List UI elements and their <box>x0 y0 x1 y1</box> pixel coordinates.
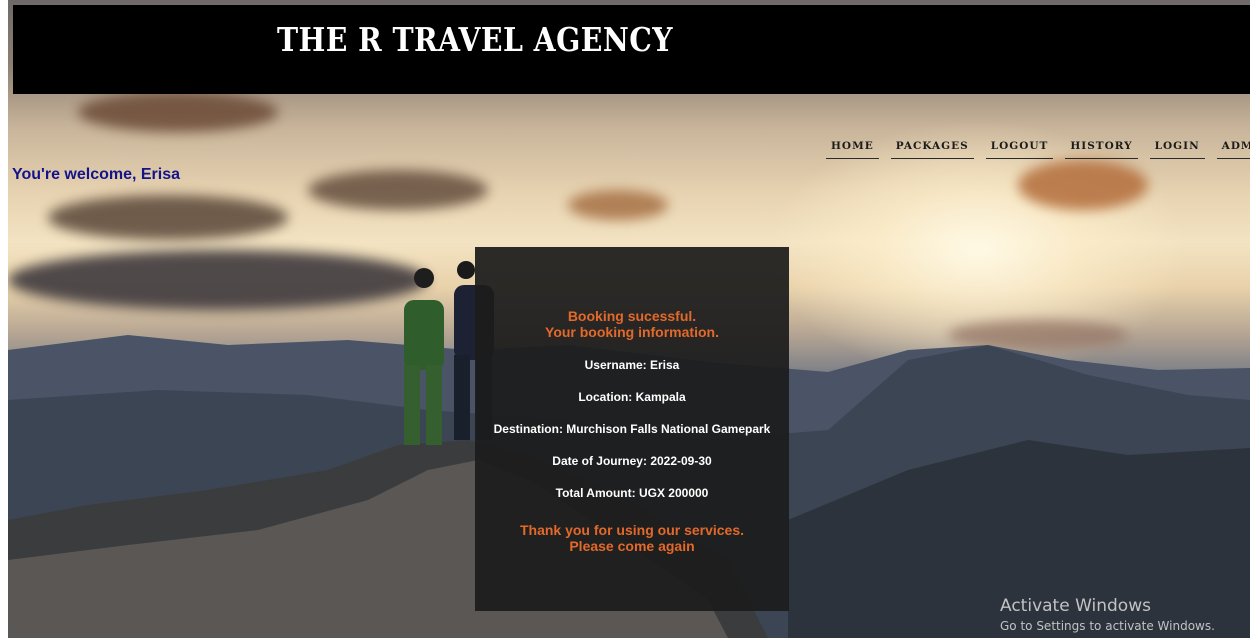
booking-location: Location: Kampala <box>578 390 686 404</box>
nav-login[interactable]: LOGIN <box>1149 136 1205 159</box>
booking-date: Date of Journey: 2022-09-30 <box>552 454 712 468</box>
main-nav: HOME PACKAGES LOGOUT HISTORY LOGIN ADMIN <box>826 136 1250 159</box>
booking-confirmation-card: Booking sucessful. Your booking informat… <box>475 247 789 611</box>
thank-you-line1: Thank you for using our services. <box>519 522 745 538</box>
booking-status-line2: Your booking information. <box>545 324 719 340</box>
booking-status-line1: Booking sucessful. <box>567 308 697 324</box>
site-title: THE R TRAVEL AGENCY <box>277 20 673 59</box>
nav-logout[interactable]: LOGOUT <box>985 136 1054 159</box>
windows-activation-watermark: Activate Windows Go to Settings to activ… <box>1000 596 1215 633</box>
nav-admin[interactable]: ADMIN <box>1216 136 1250 159</box>
activate-title: Activate Windows <box>1000 596 1151 616</box>
thank-you-line2: Please come again <box>569 538 695 554</box>
nav-home[interactable]: HOME <box>826 136 879 159</box>
booking-amount: Total Amount: UGX 200000 <box>555 486 709 500</box>
nav-packages[interactable]: PACKAGES <box>890 136 974 159</box>
welcome-message: You're welcome, Erisa <box>12 166 181 183</box>
activate-subtitle: Go to Settings to activate Windows. <box>1000 619 1215 633</box>
thank-you-message: Thank you for using our services. Please… <box>475 522 789 554</box>
booking-status: Booking sucessful. Your booking informat… <box>475 308 789 340</box>
booking-destination: Destination: Murchison Falls National Ga… <box>493 422 771 436</box>
nav-history[interactable]: HISTORY <box>1065 136 1138 159</box>
booking-username: Username: Erisa <box>584 358 680 372</box>
